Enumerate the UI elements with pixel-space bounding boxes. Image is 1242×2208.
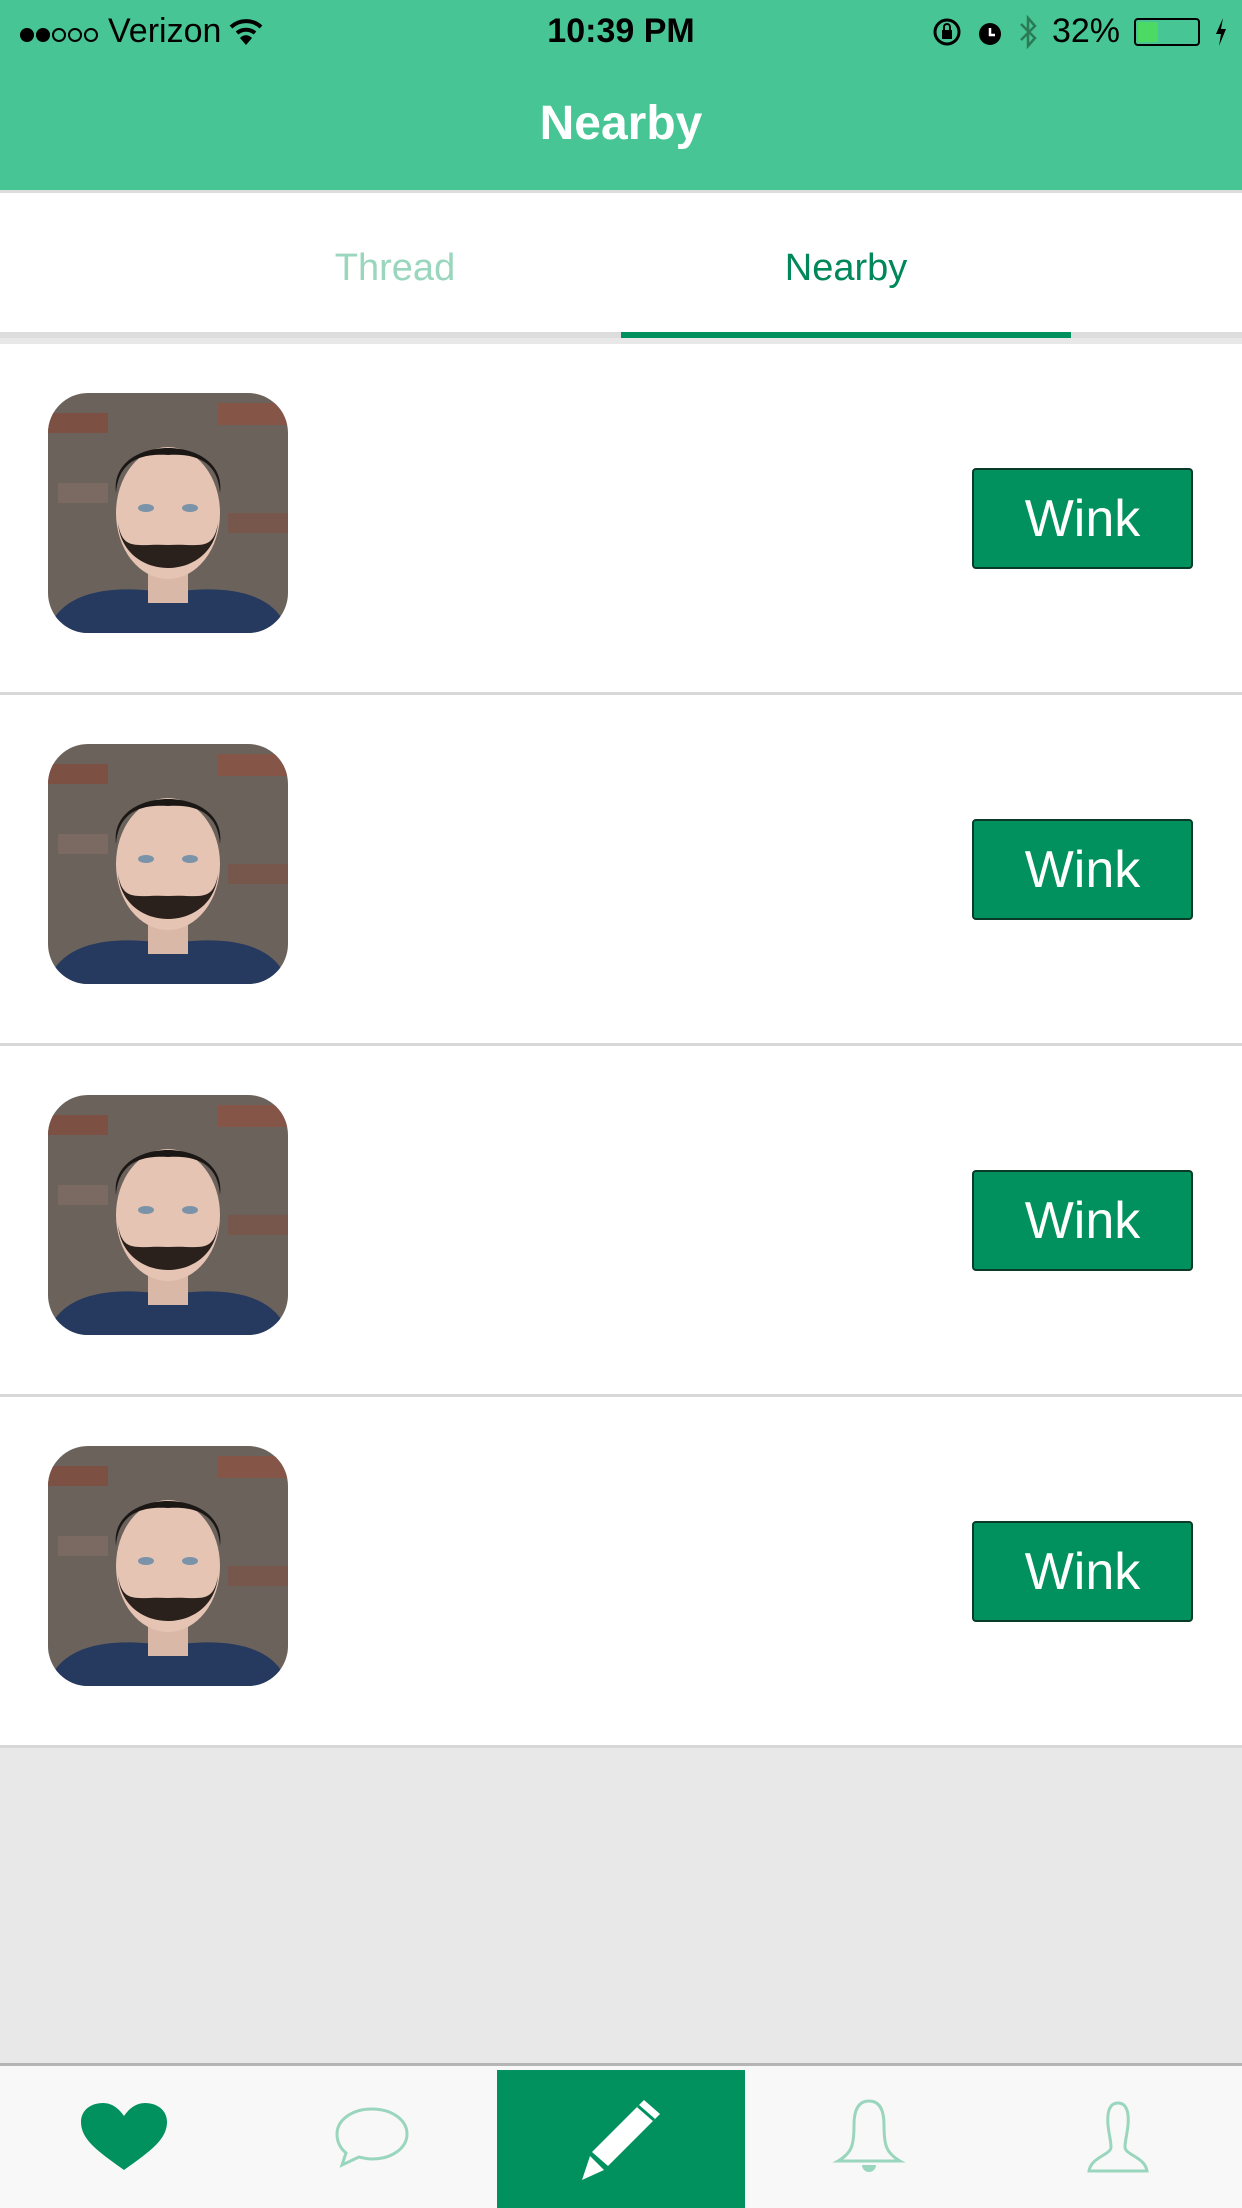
list-item: Wink [0, 344, 1242, 695]
pencil-icon [582, 2100, 660, 2180]
page-title: Nearby [539, 97, 703, 150]
bell-icon [832, 2099, 906, 2172]
nearby-list: Wink Wink Wink Wink [0, 344, 1242, 1748]
battery-percent: 32% [1051, 12, 1120, 50]
battery-icon [1134, 17, 1200, 46]
rotation-lock-icon [933, 18, 961, 45]
wink-button[interactable]: Wink [972, 468, 1193, 569]
avatar[interactable] [48, 744, 288, 984]
wink-button[interactable]: Wink [972, 819, 1193, 920]
tab-notifications[interactable] [745, 2066, 993, 2208]
bluetooth-icon [1020, 14, 1037, 49]
list-item: Wink [0, 1046, 1242, 1397]
segment-tabs: Thread Nearby [0, 190, 1242, 338]
status-bar: Verizon 10:39 PM 32% [0, 0, 1242, 62]
profile-icon [1087, 2101, 1149, 2173]
tab-compose[interactable] [497, 2070, 745, 2208]
tab-profile[interactable] [994, 2066, 1242, 2208]
nav-header: Verizon 10:39 PM 32% Nearby [0, 0, 1242, 190]
list-item: Wink [0, 695, 1242, 1046]
list-item: Wink [0, 1397, 1242, 1748]
chat-bubble-icon [335, 2107, 409, 2168]
tab-thread[interactable]: Thread [170, 247, 620, 290]
wink-button[interactable]: Wink [972, 1170, 1193, 1271]
wink-button[interactable]: Wink [972, 1521, 1193, 1622]
tab-nearby[interactable]: Nearby [621, 247, 1071, 290]
bottom-tab-bar [0, 2063, 1242, 2208]
active-tab-indicator [621, 332, 1071, 338]
alarm-icon [978, 22, 1001, 45]
avatar[interactable] [48, 1446, 288, 1686]
avatar[interactable] [48, 1095, 288, 1335]
tab-favorites[interactable] [0, 2066, 248, 2208]
charging-bolt-icon [1216, 17, 1226, 46]
tab-messages[interactable] [248, 2066, 496, 2208]
avatar[interactable] [48, 393, 288, 633]
heart-icon [81, 2103, 167, 2170]
